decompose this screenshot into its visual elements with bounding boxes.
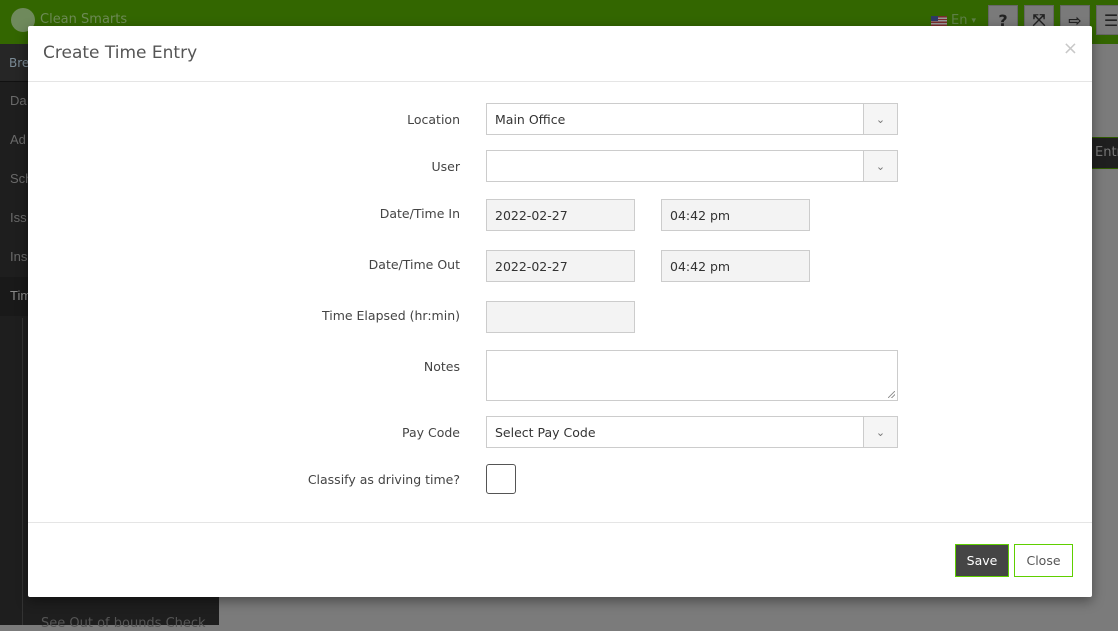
time-elapsed-label: Time Elapsed (hr:min) (321, 308, 460, 323)
create-time-entry-modal: Create Time Entry × Location Main Office… (28, 26, 1092, 597)
notes-textarea[interactable] (486, 350, 898, 401)
chevron-down-icon: ▾ (971, 15, 976, 26)
user-label: User (431, 159, 461, 174)
driving-time-label: Classify as driving time? (307, 472, 460, 487)
location-label: Location (407, 112, 460, 127)
chevron-down-icon: ⌄ (863, 151, 897, 181)
date-out-input[interactable]: 2022-02-27 (486, 250, 635, 282)
datetime-in-label: Date/Time In (379, 206, 460, 221)
close-button[interactable]: Close (1014, 544, 1073, 577)
time-out-input[interactable]: 04:42 pm (661, 250, 810, 282)
resize-grip-icon[interactable] (888, 391, 895, 398)
modal-title: Create Time Entry (43, 43, 198, 63)
user-select[interactable]: ⌄ (486, 150, 898, 182)
modal-header: Create Time Entry × (28, 26, 1092, 82)
pay-code-select[interactable]: Select Pay Code ⌄ (486, 416, 898, 448)
save-button[interactable]: Save (955, 544, 1009, 577)
chevron-down-icon: ⌄ (863, 417, 897, 447)
notes-label: Notes (423, 359, 460, 374)
close-icon[interactable]: × (1063, 38, 1078, 59)
chevron-down-icon: ⌄ (863, 104, 897, 134)
date-in-input[interactable]: 2022-02-27 (486, 199, 635, 231)
new-entry-button[interactable]: Entr (1092, 137, 1118, 169)
menu-button[interactable]: ☰ (1096, 5, 1118, 35)
time-in-input[interactable]: 04:42 pm (661, 199, 810, 231)
sidebar-subitem-out-of-bounds[interactable]: See Out of bounds Check (41, 616, 206, 631)
driving-time-checkbox[interactable] (486, 464, 516, 494)
pay-code-value: Select Pay Code (495, 425, 596, 440)
location-select[interactable]: Main Office ⌄ (486, 103, 898, 135)
modal-footer: Save Close (28, 522, 1092, 597)
location-value: Main Office (495, 112, 566, 127)
pay-code-label: Pay Code (401, 425, 460, 440)
time-elapsed-input (486, 301, 635, 333)
datetime-out-label: Date/Time Out (368, 257, 460, 272)
submenu-line (22, 318, 23, 625)
us-flag-icon (931, 15, 947, 26)
brand-name: Clean Smarts (40, 12, 128, 27)
